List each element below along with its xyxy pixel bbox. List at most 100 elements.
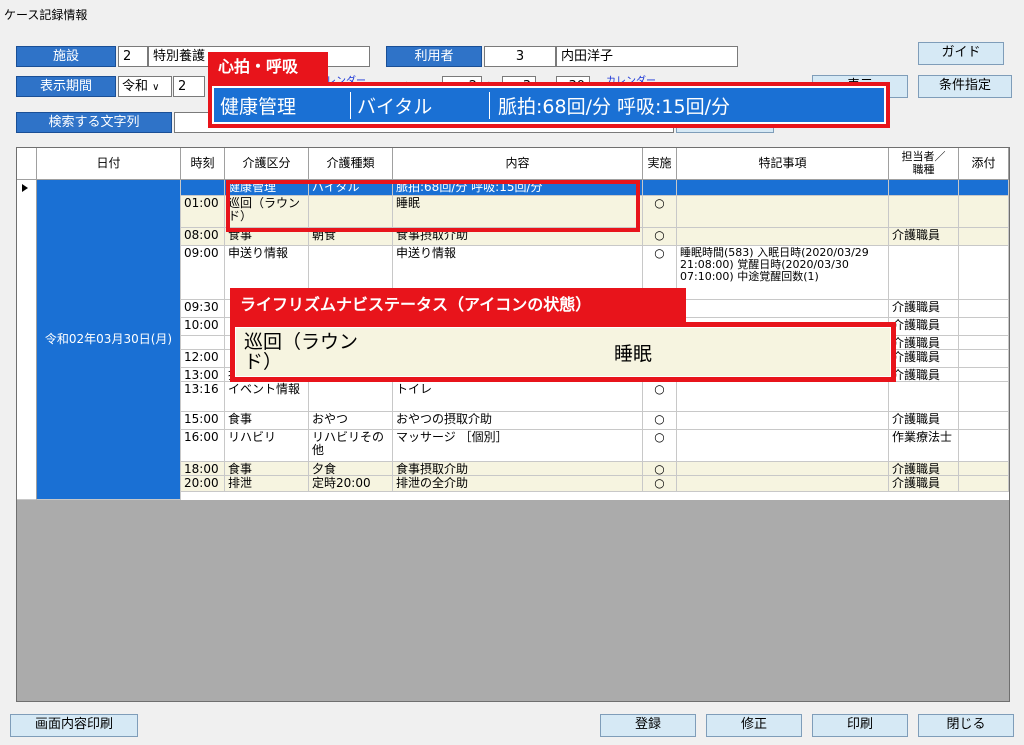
guide-button[interactable]: ガイド <box>918 42 1004 65</box>
notes-cell[interactable] <box>677 476 889 492</box>
attach-cell[interactable] <box>959 462 1009 476</box>
time-cell[interactable]: 15:00 <box>181 412 225 430</box>
done-cell[interactable] <box>643 180 677 196</box>
done-cell[interactable]: ○ <box>643 476 677 492</box>
header-date: 日付 <box>37 148 181 180</box>
attach-cell[interactable] <box>959 246 1009 300</box>
conditions-button[interactable]: 条件指定 <box>918 75 1012 98</box>
care-category-cell[interactable]: 食事 <box>225 412 309 430</box>
time-cell[interactable]: 09:30 <box>181 300 225 318</box>
staff-cell[interactable] <box>889 246 959 300</box>
staff-cell[interactable]: 介護職員 <box>889 336 959 350</box>
time-cell[interactable]: 16:00 <box>181 430 225 462</box>
notes-cell[interactable] <box>677 382 889 412</box>
care-type-cell[interactable]: リハビリその他 <box>309 430 393 462</box>
attach-cell[interactable] <box>959 180 1009 196</box>
date-cell[interactable]: 令和02年03月30日(月) <box>37 180 181 500</box>
staff-cell[interactable]: 介護職員 <box>889 476 959 492</box>
facility-label: 施設 <box>16 46 116 67</box>
care-category-cell[interactable]: 食事 <box>225 462 309 476</box>
time-cell[interactable] <box>181 180 225 196</box>
register-button[interactable]: 登録 <box>600 714 696 737</box>
time-cell[interactable]: 08:00 <box>181 228 225 246</box>
user-name-field[interactable]: 内田洋子 <box>556 46 738 67</box>
content-cell[interactable]: おやつの摂取介助 <box>393 412 643 430</box>
staff-cell[interactable]: 介護職員 <box>889 350 959 368</box>
time-cell[interactable]: 01:00 <box>181 196 225 228</box>
attach-cell[interactable] <box>959 318 1009 336</box>
staff-cell[interactable]: 介護職員 <box>889 462 959 476</box>
care-type-cell[interactable]: 定時20:00 <box>309 476 393 492</box>
notes-cell[interactable] <box>677 228 889 246</box>
notes-cell[interactable] <box>677 462 889 476</box>
attach-cell[interactable] <box>959 368 1009 382</box>
user-code-field[interactable]: 3 <box>484 46 556 67</box>
content-cell[interactable]: トイレ <box>393 382 643 412</box>
staff-cell[interactable]: 介護職員 <box>889 368 959 382</box>
time-cell[interactable]: 10:00 <box>181 318 225 336</box>
notes-cell[interactable] <box>677 180 889 196</box>
done-cell[interactable]: ○ <box>643 412 677 430</box>
care-type-cell[interactable]: おやつ <box>309 412 393 430</box>
print-button[interactable]: 印刷 <box>812 714 908 737</box>
attach-cell[interactable] <box>959 350 1009 368</box>
edit-button[interactable]: 修正 <box>706 714 802 737</box>
window-title: ケース記録情報 <box>4 8 88 22</box>
staff-cell[interactable] <box>889 180 959 196</box>
done-cell[interactable]: ○ <box>643 382 677 412</box>
staff-cell[interactable] <box>889 196 959 228</box>
attach-cell[interactable] <box>959 412 1009 430</box>
row-indicator-column <box>17 180 37 500</box>
time-cell[interactable]: 12:00 <box>181 350 225 368</box>
close-button[interactable]: 閉じる <box>918 714 1014 737</box>
care-type-cell[interactable]: 夕食 <box>309 462 393 476</box>
done-cell[interactable]: ○ <box>643 196 677 228</box>
vital-callout-type: バイタル <box>351 91 490 119</box>
staff-cell[interactable] <box>889 382 959 412</box>
attach-cell[interactable] <box>959 300 1009 318</box>
time-cell[interactable]: 13:16 <box>181 382 225 412</box>
notes-cell[interactable]: 睡眠時間(583) 入眠日時(2020/03/29 21:08:00) 覚醒日時… <box>677 246 889 300</box>
facility-code-field[interactable]: 2 <box>118 46 148 67</box>
attach-cell[interactable] <box>959 228 1009 246</box>
content-cell[interactable]: 食事摂取介助 <box>393 462 643 476</box>
staff-cell[interactable]: 介護職員 <box>889 318 959 336</box>
current-row-arrow-icon <box>22 184 28 192</box>
time-cell[interactable]: 13:00 <box>181 368 225 382</box>
time-cell[interactable] <box>181 336 225 350</box>
staff-cell[interactable]: 介護職員 <box>889 300 959 318</box>
done-cell[interactable]: ○ <box>643 462 677 476</box>
care-category-cell[interactable]: リハビリ <box>225 430 309 462</box>
notes-cell[interactable] <box>677 300 889 318</box>
time-cell[interactable]: 18:00 <box>181 462 225 476</box>
notes-cell[interactable] <box>677 196 889 228</box>
header-care-type: 介護種類 <box>309 148 393 180</box>
staff-cell[interactable]: 介護職員 <box>889 412 959 430</box>
year-field[interactable]: 2 <box>173 76 205 97</box>
notes-cell[interactable] <box>677 412 889 430</box>
notes-cell[interactable] <box>677 430 889 462</box>
staff-cell[interactable]: 作業療法士 <box>889 430 959 462</box>
vital-callout-title: 心拍・呼吸 <box>208 52 328 82</box>
attach-cell[interactable] <box>959 196 1009 228</box>
attach-cell[interactable] <box>959 336 1009 350</box>
staff-cell[interactable]: 介護職員 <box>889 228 959 246</box>
print-screen-button[interactable]: 画面内容印刷 <box>10 714 138 737</box>
header-time: 時刻 <box>181 148 225 180</box>
era-value: 令和 <box>122 79 149 94</box>
content-cell[interactable]: 排泄の全介助 <box>393 476 643 492</box>
content-cell[interactable]: マッサージ ［個別］ <box>393 430 643 462</box>
attach-cell[interactable] <box>959 430 1009 462</box>
header-content: 内容 <box>393 148 643 180</box>
done-cell[interactable]: ○ <box>643 430 677 462</box>
done-cell[interactable]: ○ <box>643 228 677 246</box>
rhythm-callout-category: 巡回（ラウンド） <box>244 331 359 373</box>
time-cell[interactable]: 09:00 <box>181 246 225 300</box>
era-select[interactable]: 令和 ∨ <box>118 76 172 97</box>
time-cell[interactable]: 20:00 <box>181 476 225 492</box>
care-category-cell[interactable]: 排泄 <box>225 476 309 492</box>
care-category-cell[interactable]: イベント情報 <box>225 382 309 412</box>
care-type-cell[interactable] <box>309 382 393 412</box>
attach-cell[interactable] <box>959 382 1009 412</box>
attach-cell[interactable] <box>959 476 1009 492</box>
